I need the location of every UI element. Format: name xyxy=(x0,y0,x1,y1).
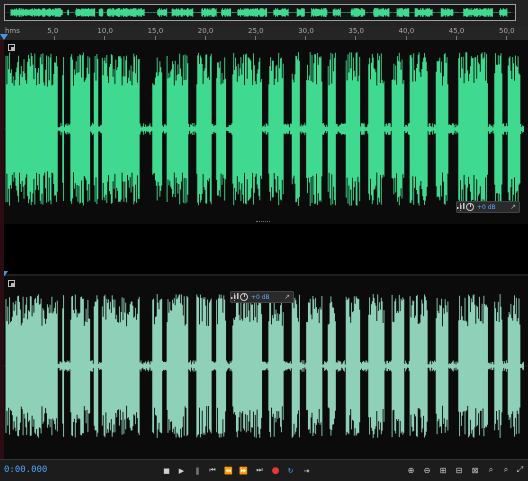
ruler-tick-label: 50,0 xyxy=(499,27,515,35)
ruler-tick-label: 40,0 xyxy=(398,27,415,35)
gain-label-left: +0 dB xyxy=(477,203,496,211)
zoom-fit-icon[interactable]: ⤢ xyxy=(514,464,526,476)
zoom-full-icon[interactable]: ⊠ xyxy=(469,464,481,476)
zoom-in-time-icon[interactable]: ⊞ xyxy=(437,464,449,476)
ruler-tick-label: 10,0 xyxy=(97,27,113,35)
loop-icon[interactable]: ↻ xyxy=(285,465,296,476)
meter-bars-icon xyxy=(231,293,239,299)
zoom-out-amplitude-icon[interactable]: ⊖ xyxy=(421,464,433,476)
playhead-line xyxy=(0,40,4,459)
timecode-display[interactable]: 0:00.000 xyxy=(4,465,47,475)
channel-expand-icon[interactable] xyxy=(8,280,15,287)
ruler-tick-label: 5,0 xyxy=(47,27,59,35)
ruler-tick-label: 25,0 xyxy=(248,27,264,35)
waveform-left xyxy=(0,52,528,206)
overview-viewport[interactable] xyxy=(4,4,516,21)
ruler-tick-label: 20,0 xyxy=(197,27,214,35)
time-ruler[interactable]: hms 5,0 10,0 15,0 20,0 25,0 30,0 35,0 40,0 45,0 5… xyxy=(0,26,528,41)
waveform-overview[interactable] xyxy=(0,0,528,26)
play-icon[interactable]: ▶ xyxy=(176,465,187,476)
hud-gain-control-right[interactable]: +0 dB ↗ xyxy=(230,291,294,303)
stop-icon[interactable]: ■ xyxy=(161,465,172,476)
gain-knob-icon[interactable] xyxy=(466,203,474,211)
waveform-right xyxy=(0,294,528,438)
record-icon[interactable]: ● xyxy=(270,465,281,476)
ruler-tick-label: 35,0 xyxy=(348,27,364,35)
transport-bar: 0:00.000 ■ ▶ ‖ ⏮ ⏪ ⏩ ⏭ ● ↻ ⇥ ⊕ ⊖ ⊞ ⊟ ⊠ ⌕… xyxy=(0,459,528,481)
ruler-tick-label: 30,0 xyxy=(298,27,314,35)
channel-gap xyxy=(0,224,528,274)
skip-selection-icon[interactable]: ⇥ xyxy=(301,465,312,476)
pin-icon[interactable]: ↗ xyxy=(284,293,290,301)
zoom-out-time-icon[interactable]: ⊟ xyxy=(453,464,465,476)
pause-icon[interactable]: ‖ xyxy=(192,465,203,476)
pin-icon[interactable]: ↗ xyxy=(510,203,516,211)
hud-gain-control-left[interactable]: +0 dB ↗ xyxy=(456,201,520,213)
channel-expand-icon[interactable] xyxy=(8,44,15,51)
skip-back-icon[interactable]: ⏮ xyxy=(207,465,218,476)
zoom-selection-in-icon[interactable]: ⌕ xyxy=(485,464,497,476)
channel-right[interactable]: +0 dB ↗ xyxy=(0,276,528,459)
zoom-in-amplitude-icon[interactable]: ⊕ xyxy=(405,464,417,476)
rewind-icon[interactable]: ⏪ xyxy=(223,465,234,476)
overview-waveform xyxy=(5,8,515,17)
zoom-selection-out-icon[interactable]: ⌕ xyxy=(500,464,512,476)
gain-label-right: +0 dB xyxy=(251,293,270,301)
ruler-tick-label: 15,0 xyxy=(147,27,164,35)
gain-knob-icon[interactable] xyxy=(240,293,248,301)
meter-bars-icon xyxy=(457,203,465,209)
fast-forward-icon[interactable]: ⏩ xyxy=(238,465,249,476)
channel-left[interactable]: +0 dB ↗ xyxy=(0,40,528,224)
ruler-tick-label: 45,0 xyxy=(448,27,465,35)
skip-forward-icon[interactable]: ⏭ xyxy=(254,465,265,476)
